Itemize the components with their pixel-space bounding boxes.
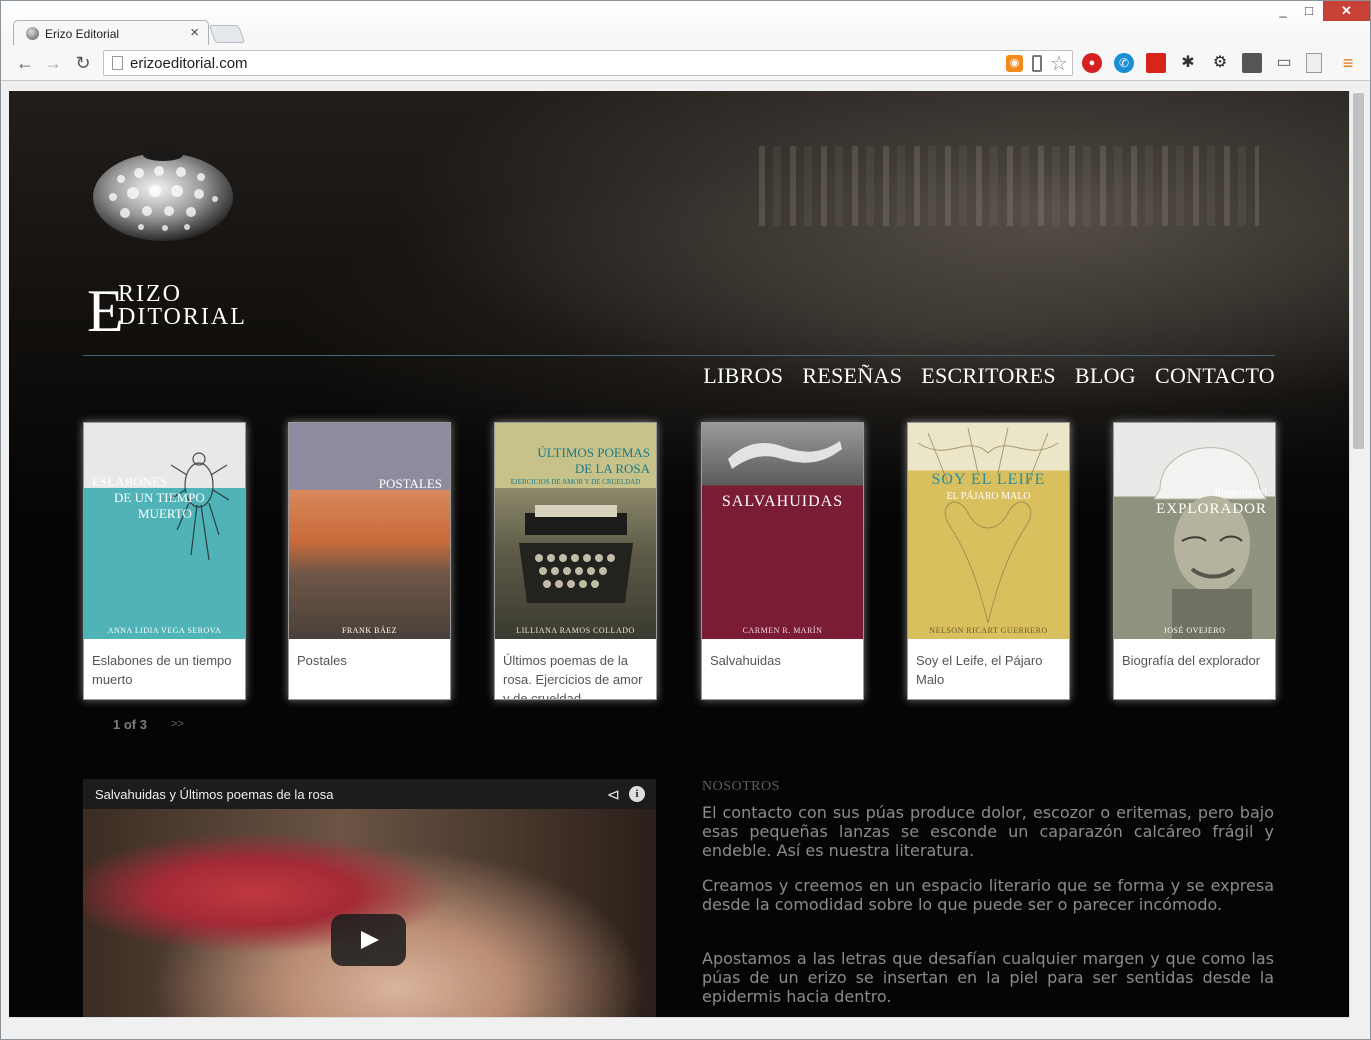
pagination-label: 1 of 3 [113,717,147,732]
cover-title: Postales [378,476,442,491]
document-extension-icon[interactable] [1306,53,1322,73]
title-bar: Erizo Editorial × _ □ ✕ [1,1,1370,46]
cover-title-line: Últimos poemas [537,445,650,460]
pdf-extension-icon[interactable] [1146,53,1166,73]
menu-icon[interactable]: ≡ [1338,53,1358,73]
vertical-scrollbar[interactable] [1349,91,1366,1017]
image-extension-icon[interactable] [1242,53,1262,73]
new-tab-button[interactable] [208,25,246,43]
nav-blog[interactable]: BLOG [1075,363,1136,389]
video-thumbnail[interactable] [83,809,656,1017]
mobile-icon[interactable] [1032,55,1042,72]
scrollbar-thumb[interactable] [1353,93,1364,449]
cover-title-prefix: Biografía del [1214,487,1267,498]
skype-extension-icon[interactable]: ✆ [1114,53,1134,73]
video-title[interactable]: Salvahuidas y Últimos poemas de la rosa [95,787,333,802]
header-divider [83,355,1275,356]
explorer-portrait-illustration [1153,447,1267,639]
sea-urchin-logo-icon[interactable] [91,139,235,243]
cover-author: Nelson Ricart Guerrero [929,626,1048,635]
stop-extension-icon[interactable]: ● [1082,53,1102,73]
rss-icon[interactable]: ◉ [1006,55,1023,72]
book-card-salvahuidas[interactable]: Salvahuidas Carmen R. Marín Salvahuidas [701,422,864,700]
brand-line-2: DITORIAL [118,304,247,330]
cover-author: Anna Lidia Vega Serova [107,626,222,635]
close-window-button[interactable]: ✕ [1323,1,1370,21]
main-nav: LIBROS RESEÑAS ESCRITORES BLOG CONTACTO [703,363,1275,389]
cover-title: Soy el Leife [931,471,1046,488]
bug-extension-icon[interactable]: ✱ [1178,53,1198,73]
tab-title: Erizo Editorial [45,27,120,41]
cover-title: Eslabones de un tiempo muerto [92,474,205,522]
address-bar[interactable]: erizoeditorial.com ◉ ☆ [103,50,1073,76]
floating-figure-illustration [728,441,842,469]
nav-escritores[interactable]: ESCRITORES [921,363,1056,389]
nav-contacto[interactable]: CONTACTO [1155,363,1275,389]
nav-libros[interactable]: LIBROS [703,363,783,389]
video-title-bar: Salvahuidas y Últimos poemas de la rosa … [83,779,656,809]
cover-title-line: de la rosa [574,461,650,476]
book-cover[interactable]: Últimos poemas de la rosa Ejercicios de … [495,423,656,639]
browser-window: Erizo Editorial × _ □ ✕ ← → ↻ erizoedito… [0,0,1371,1040]
cover-title-line: de un tiempo [114,490,205,505]
book-cover[interactable]: Biografía del Explorador José Ovejero [1114,423,1275,639]
cover-subtitle: Ejercicios de amor y de crueldad [510,478,641,486]
about-paragraph: Creamos y creemos en un espacio literari… [702,876,1274,914]
maximize-button[interactable]: □ [1297,1,1321,21]
book-card-eslabones[interactable]: Eslabones de un tiempo muerto Anna Lidia… [83,422,246,700]
pagination-next-button[interactable]: >> [171,718,184,730]
book-caption[interactable]: Soy el Leife, el Pájaro Malo [916,651,1064,689]
about-paragraph: Apostamos a las letras que desafían cual… [702,949,1274,1006]
typewriter-illustration [519,505,633,603]
book-caption[interactable]: Eslabones de un tiempo muerto [92,651,240,689]
embedded-video[interactable]: Salvahuidas y Últimos poemas de la rosa … [83,779,656,1017]
cover-title: Últimos poemas de la rosa [495,445,656,477]
share-icon[interactable]: ⊲ [607,785,620,805]
cover-title-line: muerto [138,506,192,521]
browser-toolbar: ← → ↻ erizoeditorial.com ◉ ☆ ● ✆ ✱ ⚙ ▭ ≡ [1,45,1370,81]
book-card-ultimos-poemas[interactable]: Últimos poemas de la rosa Ejercicios de … [494,422,657,700]
cover-title-line: Eslabones [92,474,168,489]
nav-resenas[interactable]: RESEÑAS [802,363,902,389]
book-card-soy-el-leife[interactable]: Soy el Leife El pájaro malo Nelson Ricar… [907,422,1070,700]
book-cover[interactable]: Soy el Leife El pájaro malo Nelson Ricar… [908,423,1069,639]
browser-tab[interactable]: Erizo Editorial × [13,20,209,46]
bird-tree-illustration [917,427,1059,624]
page-viewport: E RIZO DITORIAL LIBROS RESEÑAS ESCRITORE… [9,91,1349,1017]
cover-subtitle: El pájaro malo [946,491,1031,502]
gear-icon[interactable]: ⚙ [1210,53,1230,73]
book-caption[interactable]: Postales [297,651,445,670]
forward-arrow-icon[interactable]: → [43,53,63,73]
cover-author: Lilliana Ramos Collado [516,626,635,635]
cover-author: José Ovejero [1163,626,1226,635]
book-card-postales[interactable]: Postales Frank Báez Postales [288,422,451,700]
cover-title: Salvahuidas [721,493,844,510]
book-caption[interactable]: Biografía del explorador [1122,651,1270,670]
cast-icon[interactable]: ▭ [1274,53,1294,73]
urchin-favicon-icon [26,27,39,40]
minimize-button[interactable]: _ [1271,1,1295,21]
book-caption[interactable]: Últimos poemas de la rosa. Ejercicios de… [503,651,651,699]
book-card-explorador[interactable]: Biografía del Explorador José Ovejero Bi… [1113,422,1276,700]
cover-author: Frank Báez [341,626,397,635]
book-cover[interactable]: Postales Frank Báez [289,423,450,639]
cover-author: Carmen R. Marín [742,626,823,635]
about-heading: NOSOTROS [702,779,780,794]
book-caption[interactable]: Salvahuidas [710,651,858,670]
book-cover[interactable]: Salvahuidas Carmen R. Marín [702,423,863,639]
cover-title: Explorador [1156,501,1267,517]
url-text[interactable]: erizoeditorial.com [130,55,248,72]
reload-icon[interactable]: ↻ [73,53,93,73]
bookmark-star-icon[interactable]: ☆ [1050,51,1068,76]
city-skyline-image [759,146,1259,226]
tab-close-icon[interactable]: × [190,24,199,41]
info-icon[interactable]: i [629,786,645,802]
back-arrow-icon[interactable]: ← [15,53,35,73]
play-button[interactable] [331,914,406,966]
page-icon [112,56,123,70]
book-cover[interactable]: Eslabones de un tiempo muerto Anna Lidia… [84,423,245,639]
about-paragraph: El contacto con sus púas produce dolor, … [702,803,1274,860]
horizontal-scrollbar[interactable] [9,1017,1349,1039]
